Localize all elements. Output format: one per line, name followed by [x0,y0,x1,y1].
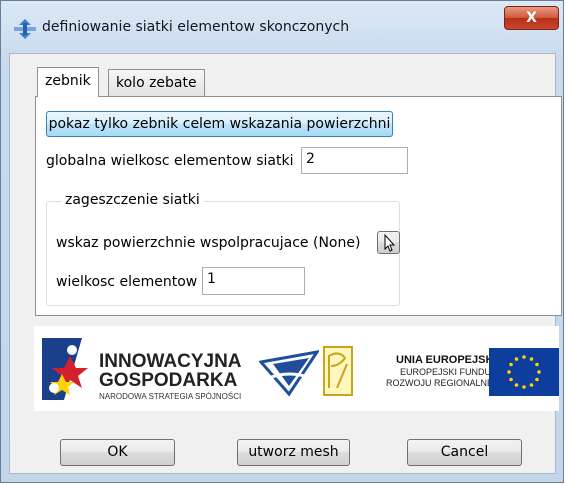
element-size-label: wielkosc elementow [56,274,198,290]
eu-title: UNIA EUROPEJSKA [396,354,502,366]
global-size-label: globalna wielkosc elementow siatki [46,153,294,169]
eu-flag-icon [489,348,559,396]
element-size-input[interactable]: 1 [202,267,305,295]
eu-star [507,370,511,374]
eu-star [509,377,513,382]
mesh-refinement-group: zageszczenie siatki wskaz powierzchnie w… [46,192,400,306]
tab-zebnik[interactable]: zebnik [37,67,99,97]
ig-title-line2: GOSPODARKA [99,370,238,391]
eu-subtitle-1: EUROPEJSKI FUNDUSZ [400,367,503,377]
dialog-window: definiowanie siatki elementow skonczonyc… [0,0,564,483]
eu-star [522,355,526,359]
innovative-economy-logo [42,338,88,400]
pick-surface-button[interactable] [377,231,400,254]
eu-star [522,385,526,389]
ig-subtitle: NARODOWA STRATEGIA SPÓJNOŚCI [99,392,242,401]
eu-star [535,377,539,382]
surface-label: wskaz powierzchnie wspolpracujace (None) [56,235,361,251]
close-button[interactable]: X [504,6,559,30]
cursor-icon [384,233,396,252]
title-bar[interactable]: definiowanie siatki elementow skonczonyc… [1,1,563,53]
group-title: zageszczenie siatki [61,192,204,208]
eu-star [509,362,513,367]
eu-star [514,357,519,361]
create-mesh-button[interactable]: utworz mesh [237,439,350,466]
bird-logo [259,350,319,397]
window-title: definiowanie siatki elementow skonczonyc… [42,19,350,35]
eu-star [537,370,541,374]
eu-star [529,357,534,361]
global-size-input[interactable]: 2 [301,147,408,174]
eu-star [529,383,534,387]
app-icon [14,19,36,39]
funding-logos-strip: INNOWACYJNA GOSPODARKA NARODOWA STRATEGI… [34,326,559,411]
tab-label: kolo zebate [116,75,197,91]
eu-star [514,383,519,387]
dialog-client-area: zebnik kolo zebate pokaz tylko zebnik ce… [9,53,562,474]
tab-panel: pokaz tylko zebnik celem wskazania powie… [35,96,562,316]
show-pinion-button[interactable]: pokaz tylko zebnik celem wskazania powie… [46,111,393,137]
eu-star [535,362,539,367]
university-emblem [323,346,353,396]
tab-label: zebnik [45,73,91,89]
ok-button[interactable]: OK [60,439,175,466]
cancel-button[interactable]: Cancel [407,439,522,466]
close-icon: X [526,10,537,26]
tab-kolo-zebate[interactable]: kolo zebate [108,69,205,96]
